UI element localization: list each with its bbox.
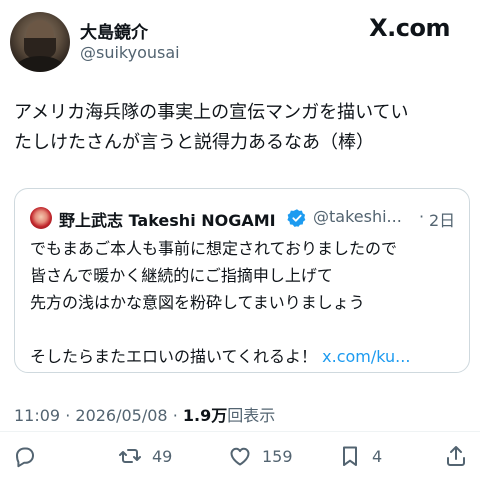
author-avatar[interactable] <box>10 12 70 72</box>
quoted-author-handle[interactable]: @takeshi... <box>313 207 402 226</box>
verified-badge-icon <box>287 209 306 227</box>
views-label: 回表示 <box>227 406 276 425</box>
tweet-header: 大島鏡介 @suikyousai X.com <box>0 0 480 90</box>
heart-icon <box>230 447 250 466</box>
quoted-timestamp[interactable]: 2日 <box>429 207 455 231</box>
meta-separator: · <box>172 406 178 425</box>
reply-button[interactable] <box>12 444 36 468</box>
divider <box>0 431 480 432</box>
tweet-date[interactable]: 2026/05/08 <box>75 406 167 425</box>
quoted-tweet[interactable]: 野上武志 Takeshi NOGAMI @takeshi... · 2日 でもま… <box>14 188 470 373</box>
quoted-text-line: そしたらまたエロいの描いてくれるよ！ <box>30 347 318 366</box>
share-icon <box>447 446 465 466</box>
quoted-author-avatar[interactable] <box>30 207 52 229</box>
tweet-time[interactable]: 11:09 <box>14 406 60 425</box>
bookmark-button[interactable]: 4 <box>338 444 382 468</box>
tweet-text-line: アメリカ海兵隊の事実上の宣伝マンガを描いてい <box>14 102 409 123</box>
quoted-text-line: 先方の浅はかな意図を粉砕してまいりましょう <box>30 293 365 312</box>
views-count: 1.9万 <box>182 406 228 425</box>
author-handle[interactable]: @suikyousai <box>80 43 180 62</box>
tweet-text: アメリカ海兵隊の事実上の宣伝マンガを描いてい たしけたさんが言うと説得力あるなあ… <box>14 98 470 158</box>
tweet-text-line: たしけたさんが言うと説得力あるなあ（棒） <box>14 132 374 153</box>
quoted-text-line: 皆さんで暖かく継続的にご指摘申し上げて <box>30 266 333 285</box>
like-count: 159 <box>262 446 293 466</box>
bookmark-icon <box>343 446 357 466</box>
retweet-count: 49 <box>152 446 173 466</box>
meta-separator: · <box>65 406 71 425</box>
quoted-text-line: でもまあご本人も事前に想定されておりましたので <box>30 239 398 258</box>
quoted-author-name[interactable]: 野上武志 Takeshi NOGAMI <box>59 207 276 231</box>
action-bar: 49 159 4 <box>0 440 480 476</box>
bookmark-count: 4 <box>372 446 383 466</box>
like-button[interactable]: 159 <box>228 444 293 468</box>
retweet-button[interactable]: 49 <box>118 444 172 468</box>
reply-icon <box>16 447 34 468</box>
quoted-link[interactable]: x.com/ku... <box>322 347 410 366</box>
author-display-name[interactable]: 大島鏡介 <box>80 18 148 43</box>
tweet-meta: 11:09 · 2026/05/08 · 1.9万回表示 <box>14 402 275 426</box>
x-com-logo: X.com <box>369 14 450 42</box>
quoted-tweet-text: でもまあご本人も事前に想定されておりましたので 皆さんで暖かく継続的にご指摘申し… <box>30 235 460 370</box>
quoted-separator: · <box>419 207 425 226</box>
share-button[interactable] <box>444 444 468 468</box>
retweet-icon <box>119 449 141 463</box>
